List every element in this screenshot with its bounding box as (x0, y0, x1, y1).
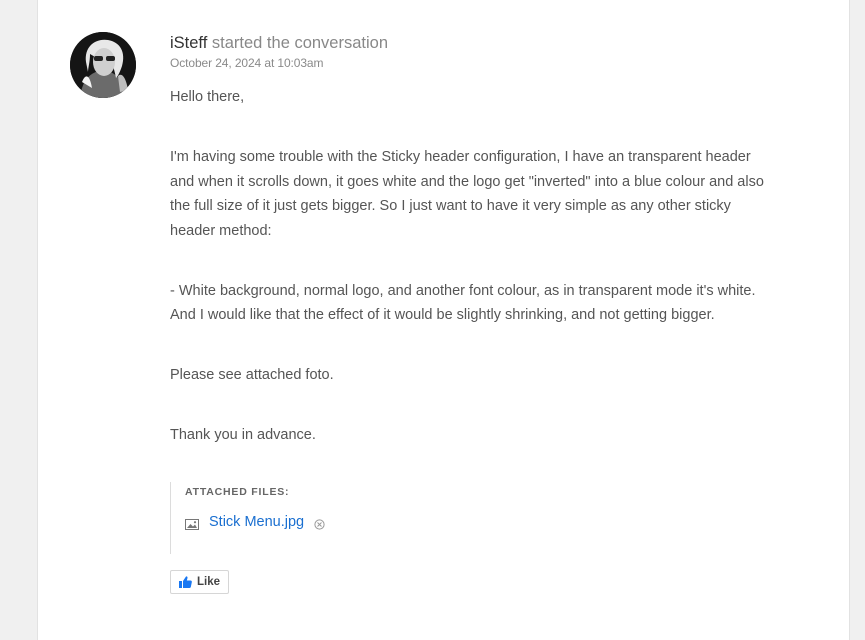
attachment-link[interactable]: Stick Menu.jpg (209, 514, 304, 530)
avatar-photo-icon (70, 32, 136, 98)
post-paragraph: - White background, normal logo, and ano… (170, 282, 756, 324)
like-button[interactable]: Like (170, 570, 230, 594)
image-icon (185, 517, 199, 530)
like-label: Like (197, 576, 221, 588)
thumbs-up-icon (179, 576, 192, 588)
attachments-section: ATTACHED FILES: Stick Menu.jpg (170, 482, 770, 554)
post-content: iSteff started the conversation October … (170, 32, 770, 594)
attachments-title: ATTACHED FILES: (185, 486, 290, 498)
post-paragraph: Hello there, (170, 89, 245, 105)
remove-icon[interactable] (314, 517, 325, 530)
post-header: iSteff started the conversation (170, 32, 770, 54)
attachment-item: Stick Menu.jpg (185, 514, 770, 530)
post-action-text: started the conversation (211, 34, 389, 52)
post-timestamp[interactable]: October 24, 2024 at 10:03am (170, 56, 770, 70)
author-name[interactable]: iSteff (170, 34, 207, 52)
conversation-card: iSteff started the conversation October … (37, 0, 850, 640)
post-paragraph: I'm having some trouble with the Sticky … (170, 149, 764, 239)
post-body: Hello there, I'm having some trouble wit… (170, 85, 770, 448)
post-paragraph: Thank you in advance. (170, 427, 316, 443)
post-paragraph: Please see attached foto. (170, 367, 334, 383)
avatar[interactable] (70, 32, 136, 98)
